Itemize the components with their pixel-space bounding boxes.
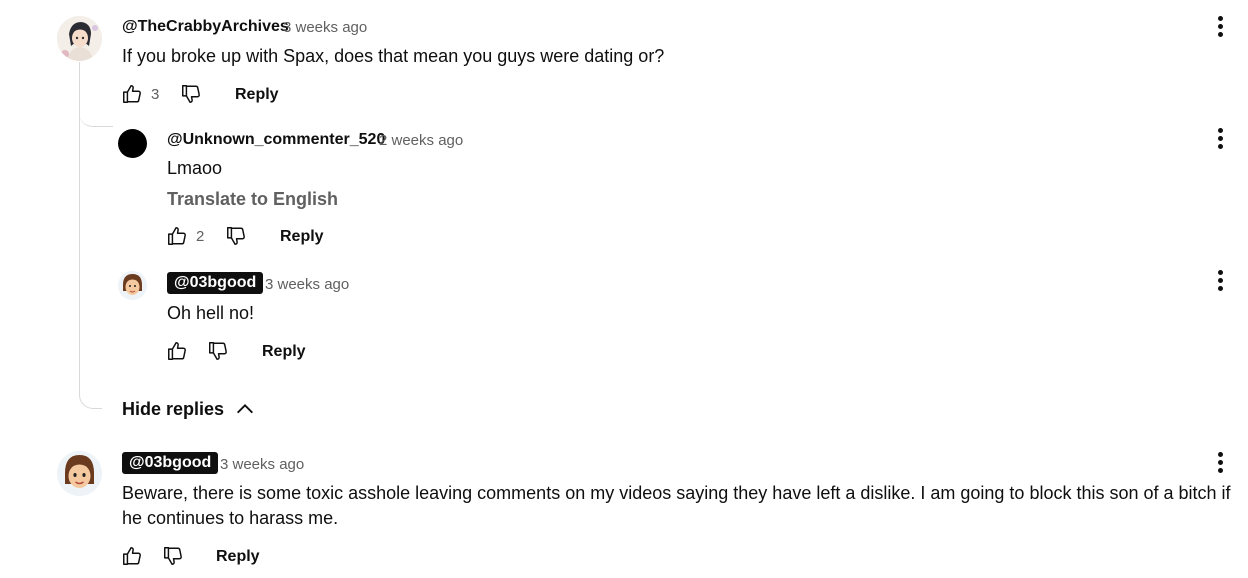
comment-text: Lmaoo — [167, 158, 223, 178]
more-actions-icon[interactable] — [1218, 16, 1224, 40]
reply-button[interactable]: Reply — [280, 228, 324, 246]
dislike-button[interactable] — [207, 340, 229, 362]
thumbs-down-icon — [227, 227, 245, 245]
thumbs-up-icon — [123, 85, 141, 103]
dislike-button[interactable] — [162, 545, 184, 567]
thumbs-up-icon — [168, 342, 186, 360]
like-count: 3 — [151, 86, 160, 103]
comment-timestamp[interactable]: 3 weeks ago — [220, 456, 304, 473]
like-button[interactable] — [166, 340, 188, 362]
avatar[interactable] — [118, 129, 147, 158]
comment-text: If you broke up with Spax, does that mea… — [122, 46, 665, 66]
thread-curve — [79, 362, 102, 409]
like-button[interactable] — [166, 225, 188, 247]
translate-button[interactable]: Translate to English — [167, 189, 338, 210]
comment-author-creator[interactable]: @03bgood — [122, 452, 219, 474]
avatar[interactable] — [57, 16, 102, 61]
thumbs-up-icon — [168, 227, 186, 245]
more-actions-icon[interactable] — [1218, 128, 1224, 152]
like-count: 2 — [196, 228, 205, 245]
hide-replies-button[interactable]: Hide replies — [122, 398, 256, 420]
comment-timestamp[interactable]: 3 weeks ago — [283, 19, 367, 36]
comment-author[interactable]: @Unknown_commenter_520 — [167, 131, 385, 149]
thread-curve-reply-1 — [79, 104, 113, 127]
comment-text: Beware, there is some toxic asshole leav… — [122, 483, 1231, 528]
anime-character-avatar-icon — [57, 16, 102, 61]
comment-author-creator[interactable]: @03bgood — [167, 272, 264, 294]
chevron-up-icon — [237, 404, 254, 414]
more-actions-icon[interactable] — [1218, 452, 1224, 476]
reply-button[interactable]: Reply — [235, 86, 279, 104]
avatar[interactable] — [57, 451, 102, 496]
thumbs-down-icon — [209, 342, 227, 360]
hide-replies-label: Hide replies — [122, 398, 225, 419]
reply-button[interactable]: Reply — [262, 343, 306, 361]
mii-avatar-icon — [57, 451, 102, 496]
reply-button[interactable]: Reply — [216, 548, 260, 566]
thumbs-up-icon — [123, 547, 141, 565]
more-actions-icon[interactable] — [1218, 270, 1224, 294]
like-button[interactable] — [121, 83, 143, 105]
comment-timestamp[interactable]: 2 weeks ago — [379, 132, 463, 149]
dislike-button[interactable] — [180, 83, 202, 105]
like-button[interactable] — [121, 545, 143, 567]
comment-author[interactable]: @TheCrabbyArchives — [122, 18, 289, 36]
avatar[interactable] — [118, 271, 147, 300]
mii-avatar-icon — [118, 271, 147, 300]
comment-timestamp[interactable]: 3 weeks ago — [265, 276, 349, 293]
comment-text: Oh hell no! — [167, 303, 255, 323]
thumbs-down-icon — [182, 85, 200, 103]
dislike-button[interactable] — [225, 225, 247, 247]
thumbs-down-icon — [164, 547, 182, 565]
